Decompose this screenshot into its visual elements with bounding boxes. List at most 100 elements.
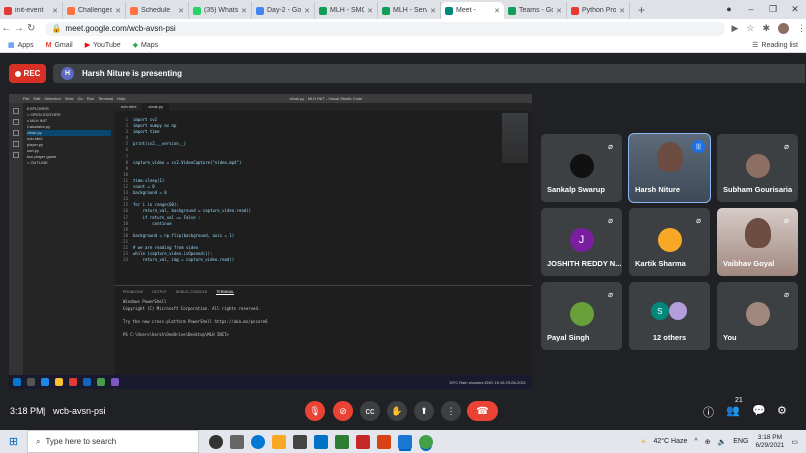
- close-tab-icon[interactable]: ✕: [115, 7, 121, 15]
- mic-off-button[interactable]: 🎙: [305, 401, 325, 421]
- bookmark-maps[interactable]: ◆Maps: [133, 41, 159, 49]
- chrome-icon[interactable]: [419, 435, 433, 449]
- taskbar-search[interactable]: ⌕ Type here to search: [27, 430, 199, 453]
- participant-tile[interactable]: S12 others: [629, 282, 710, 350]
- close-tab-icon[interactable]: ✕: [367, 7, 373, 15]
- network-icon[interactable]: ⊕: [705, 438, 711, 446]
- tray-chevron-icon[interactable]: ^: [694, 438, 697, 445]
- browser-tab[interactable]: Meet -✕: [441, 2, 504, 19]
- browser-tab[interactable]: Python Pro✕: [567, 2, 630, 19]
- more-options-button[interactable]: ⋮: [441, 401, 461, 421]
- close-tab-icon[interactable]: ✕: [241, 7, 247, 15]
- task-view-icon[interactable]: [230, 435, 244, 449]
- close-tab-icon[interactable]: ✕: [304, 7, 310, 15]
- close-window-button[interactable]: ✕: [784, 0, 806, 19]
- cortana-icon[interactable]: [209, 435, 223, 449]
- language[interactable]: ENG: [733, 438, 748, 445]
- browser-tab[interactable]: Day-2 - Goo✕: [252, 2, 315, 19]
- panel-tab: TERMINAL: [216, 290, 234, 295]
- windows-start-button[interactable]: ⊞: [0, 435, 27, 448]
- vscode-menu-item: Go: [77, 96, 82, 101]
- chat-icon[interactable]: 💬: [752, 404, 766, 417]
- close-tab-icon[interactable]: ✕: [619, 7, 625, 15]
- code-text: print(cv2.__version__): [133, 141, 186, 147]
- shared-screen[interactable]: FileEditSelectionViewGoRunTerminalHelpcl…: [9, 94, 532, 389]
- volume-icon[interactable]: 🔈: [718, 438, 727, 446]
- tab-favicon-icon: [445, 7, 453, 15]
- restore-button[interactable]: ❐: [762, 0, 784, 19]
- edge-icon: [41, 378, 49, 386]
- browser-tab[interactable]: MLH - Serv✕: [378, 2, 441, 19]
- close-tab-icon[interactable]: ✕: [494, 7, 500, 15]
- browser-tab[interactable]: (35) WhatsA✕: [189, 2, 252, 19]
- weather-text[interactable]: 42°C Haze: [653, 438, 687, 445]
- profile-avatar[interactable]: [778, 23, 789, 34]
- meeting-time: 3:18 PM: [10, 406, 44, 416]
- participant-tile[interactable]: ||| Harsh Niture: [629, 134, 710, 202]
- extensions-icon[interactable]: ✱: [762, 23, 770, 34]
- raise-hand-button[interactable]: ✋: [387, 401, 407, 421]
- participant-tile[interactable]: ⌀Kartik Sharma: [629, 208, 710, 276]
- activities-icon[interactable]: ⚙: [777, 404, 787, 417]
- shield-icon[interactable]: [356, 435, 370, 449]
- present-icon: ⬆: [420, 406, 428, 417]
- speaking-icon: |||: [692, 140, 705, 153]
- participant-tile[interactable]: ⌀Vaibhav Goyal: [717, 208, 798, 276]
- edge-icon[interactable]: [251, 435, 265, 449]
- notifications-icon[interactable]: ▭: [791, 438, 798, 446]
- shared-windows-taskbar: 33°C Rain showers ENG 15:18 29-06-2021: [9, 375, 532, 389]
- back-button[interactable]: ←: [0, 23, 12, 34]
- browser-tab[interactable]: Teams - Go✕: [504, 2, 567, 19]
- bookmark-star-icon[interactable]: ☆: [746, 23, 754, 34]
- mic-muted-icon: ⌀: [780, 288, 793, 301]
- participant-tile[interactable]: J⌀JOSHITH REDDY N...: [541, 208, 622, 276]
- end-call-button[interactable]: ☎: [467, 401, 498, 421]
- people-icon[interactable]: 👥: [726, 404, 740, 417]
- screen-root: init-event✕Challenges✕Schedule✕(35) What…: [0, 0, 806, 453]
- panel-tab: OUTPUT: [152, 290, 167, 295]
- record-icon[interactable]: ●: [718, 0, 740, 19]
- clock[interactable]: 3:18 PM 6/29/2021: [755, 434, 784, 450]
- reload-button[interactable]: ↻: [25, 23, 37, 34]
- browser-tab[interactable]: init-event✕: [0, 2, 63, 19]
- participant-tile[interactable]: ⌀Subham Gourisaria: [717, 134, 798, 202]
- forward-button[interactable]: →: [12, 23, 24, 34]
- info-icon[interactable]: ⓘ: [703, 404, 714, 420]
- new-tab-button[interactable]: +: [630, 2, 653, 19]
- code-text: background = np.flip(background, axis = …: [133, 233, 234, 239]
- participant-tile[interactable]: ⌀Sankalp Swarup: [541, 134, 622, 202]
- reading-list-button[interactable]: ☰Reading list: [752, 41, 798, 49]
- camera-off-button[interactable]: ⊘: [333, 401, 353, 421]
- presenter-avatar: H: [61, 67, 74, 80]
- menu-icon[interactable]: ⋮: [797, 23, 806, 34]
- tab-label: Meet -: [456, 7, 491, 14]
- participant-tile[interactable]: ⌀You: [717, 282, 798, 350]
- participant-avatar: [746, 302, 770, 326]
- captions-button[interactable]: cc: [360, 401, 380, 421]
- file-explorer-icon[interactable]: [272, 435, 286, 449]
- bookmark-apps[interactable]: ▦Apps: [8, 41, 34, 49]
- bookmark-gmail[interactable]: MGmail: [46, 42, 73, 49]
- mail-icon[interactable]: [314, 435, 328, 449]
- office-icon[interactable]: [377, 435, 391, 449]
- app-l-icon[interactable]: [335, 435, 349, 449]
- close-tab-icon[interactable]: ✕: [178, 7, 184, 15]
- browser-tab[interactable]: Schedule✕: [126, 2, 189, 19]
- present-button[interactable]: ⬆: [414, 401, 434, 421]
- participant-name: Harsh Niture: [635, 185, 680, 194]
- url-input[interactable]: 🔒 meet.google.com/wcb-avsn-psi: [45, 22, 725, 36]
- weather-icon: ☀: [640, 438, 646, 446]
- vscode-icon[interactable]: [398, 435, 412, 449]
- bookmark-youtube[interactable]: ▶YouTube: [85, 41, 121, 49]
- participant-tile[interactable]: ⌀Payal Singh: [541, 282, 622, 350]
- tab-favicon-icon: [67, 7, 75, 15]
- browser-tab[interactable]: Challenges✕: [63, 2, 126, 19]
- store-icon[interactable]: [293, 435, 307, 449]
- browser-tab[interactable]: MLH - SMC✕: [315, 2, 378, 19]
- close-tab-icon[interactable]: ✕: [556, 7, 562, 15]
- close-tab-icon[interactable]: ✕: [430, 7, 436, 15]
- vscode-menu-item: File: [23, 96, 29, 101]
- camera-icon[interactable]: ▶: [731, 23, 738, 34]
- close-tab-icon[interactable]: ✕: [52, 7, 58, 15]
- minimize-button[interactable]: –: [740, 0, 762, 19]
